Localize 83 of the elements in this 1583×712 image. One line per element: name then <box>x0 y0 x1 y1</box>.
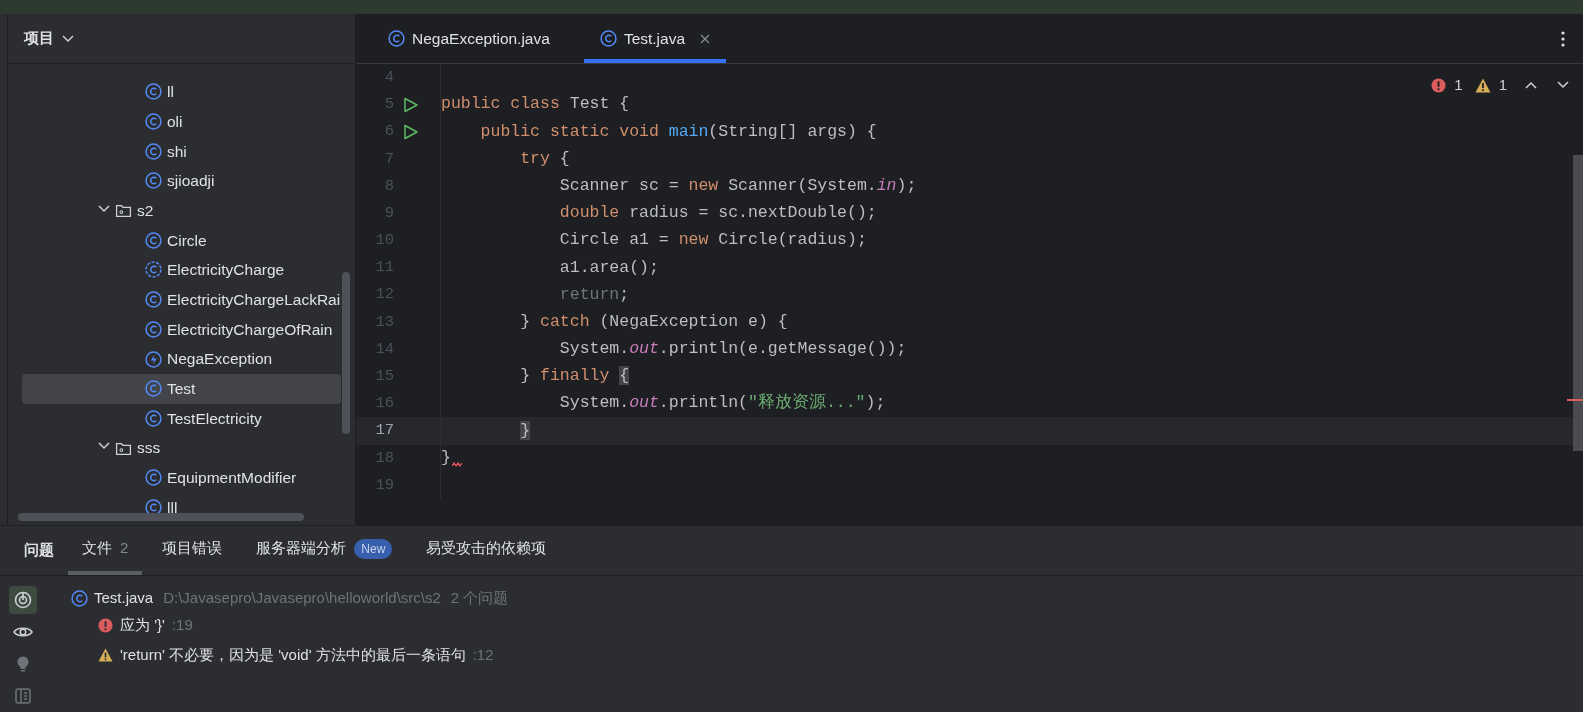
class-icon <box>145 469 162 487</box>
line-reference: :19 <box>171 614 193 635</box>
chevron-down-icon[interactable] <box>1557 81 1569 90</box>
chevron-down-icon[interactable] <box>62 34 74 43</box>
editor-tab[interactable]: Test.java <box>583 14 727 63</box>
tree-item[interactable]: EquipmentModifier <box>22 462 341 493</box>
panel-tab[interactable]: 服务器端分析 New <box>242 526 407 575</box>
panel-layout-icon <box>13 686 33 706</box>
scrollbar-thumb[interactable] <box>342 272 350 434</box>
panel-title: 问题 <box>24 540 54 561</box>
tree-item[interactable]: oli <box>22 106 341 137</box>
tree-item[interactable]: shi <box>22 136 341 167</box>
class-icon <box>71 589 88 607</box>
tree-item[interactable]: lll <box>22 492 341 523</box>
code-line: double radius = sc.nextDouble(); <box>558 202 877 225</box>
line-number: 17 <box>374 420 394 442</box>
folder-icon <box>115 202 132 220</box>
new-badge: New <box>354 538 393 559</box>
class-icon <box>145 320 162 338</box>
tree-item[interactable]: TestElectricity <box>22 403 341 434</box>
tree-item[interactable]: s2 <box>22 195 341 226</box>
toolbar-button[interactable] <box>9 586 37 614</box>
code-line: System.out.println(e.getMessage()); <box>558 338 907 361</box>
line-reference: :12 <box>472 644 494 665</box>
abstract-class-icon <box>145 261 162 279</box>
tree-item[interactable]: ElectricityChargeOfRain <box>22 314 341 345</box>
error-count: 1 <box>1454 75 1463 95</box>
panel-tab[interactable]: 项目错误 <box>148 526 237 575</box>
tree-item[interactable]: NegaException <box>22 344 341 374</box>
warning-icon[interactable] <box>1474 77 1491 93</box>
scrollbar-thumb[interactable] <box>1573 155 1583 451</box>
class-icon <box>145 113 162 131</box>
error-marker <box>1567 399 1583 401</box>
class-icon <box>145 83 162 101</box>
tree-item[interactable]: ll <box>22 77 341 107</box>
code-line: try { <box>519 147 570 170</box>
class-icon <box>599 30 617 47</box>
class-icon <box>145 498 162 516</box>
code-line: public class Test { <box>441 93 630 116</box>
class-icon <box>145 380 162 398</box>
code-line: Circle a1 = new Circle(radius); <box>558 229 867 252</box>
class-icon <box>145 291 162 309</box>
tree-item[interactable]: Test <box>22 373 341 404</box>
code-line: } catch (NegaException e) { <box>519 310 788 333</box>
problem-count: 2 个问题 <box>450 587 509 608</box>
class-icon <box>145 142 162 160</box>
close-icon[interactable] <box>700 33 711 44</box>
problem-message[interactable]: 'return' 不必要，因为是 'void' 方法中的最后一条语句 <box>120 643 466 667</box>
tab-count: 2 <box>120 538 129 559</box>
more-icon[interactable] <box>1561 31 1565 47</box>
code-line: } finally { <box>519 365 630 388</box>
error-icon[interactable] <box>1431 77 1447 93</box>
tree-item[interactable]: sss <box>22 433 341 463</box>
file-name[interactable]: Test.java <box>94 586 154 610</box>
scrollbar-thumb[interactable] <box>18 513 304 521</box>
code-line: Scanner sc = new Scanner(System.in); <box>558 174 917 197</box>
code-line: } <box>441 446 451 469</box>
tree-item[interactable]: ElectricityCharge <box>22 255 341 285</box>
editor-tab[interactable]: NegaException.java <box>372 14 580 63</box>
tree-item[interactable]: ElectricityChargeLackRai <box>22 284 341 315</box>
code-line: a1.area(); <box>558 256 659 279</box>
tree-item[interactable]: sjioadji <box>22 166 341 196</box>
file-path: D:\Javasepro\Javasepro\helloworld\src\s2 <box>163 587 441 608</box>
run-icon[interactable] <box>403 123 419 140</box>
run-icon[interactable] <box>403 96 419 113</box>
problem-message[interactable]: 应为 '}' <box>120 613 165 637</box>
class-icon <box>145 231 162 249</box>
panel-tab[interactable]: 文件 2 <box>68 526 143 575</box>
target-icon <box>13 590 33 610</box>
code-line: System.out.println("释放资源..."); <box>558 392 886 415</box>
class-icon <box>145 172 162 190</box>
panel-title: 项目 <box>24 28 54 49</box>
error-icon <box>98 617 113 633</box>
code-line: return; <box>558 283 630 306</box>
chevron-up-icon[interactable] <box>1525 81 1537 90</box>
lightning-icon <box>145 350 162 368</box>
panel-tab[interactable]: 易受攻击的依赖项 <box>412 526 561 575</box>
code-line: public static void main(String[] args) { <box>479 120 877 143</box>
warning-count: 1 <box>1498 75 1507 95</box>
class-icon <box>145 409 162 427</box>
tree-item[interactable]: Circle <box>22 225 341 256</box>
warning-icon <box>98 647 113 663</box>
class-icon <box>388 30 405 47</box>
